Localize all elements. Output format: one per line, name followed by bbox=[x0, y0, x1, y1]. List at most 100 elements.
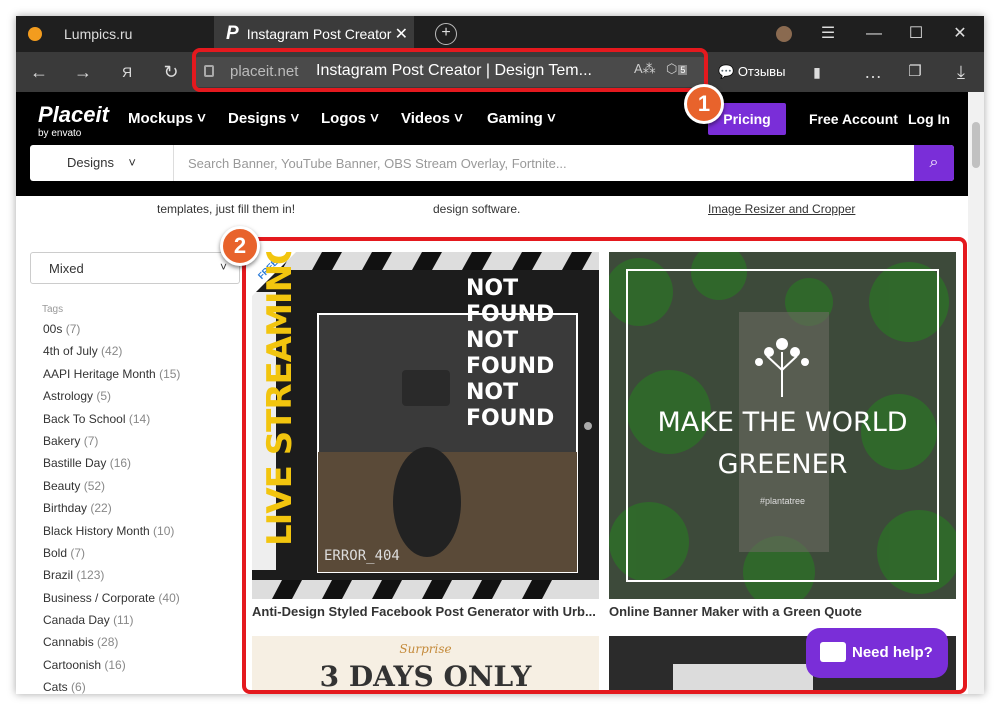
tag-count: (7) bbox=[83, 433, 99, 448]
nav-gaming[interactable]: Gaming ˅ bbox=[487, 110, 556, 127]
nav-mockups[interactable]: Mockups ˅ bbox=[128, 110, 206, 127]
tag-count: (42) bbox=[101, 344, 123, 359]
tag-name: Brazil bbox=[43, 568, 74, 583]
tag-item[interactable]: AAPI Heritage Month (15) bbox=[43, 367, 180, 389]
search-bar: Designs ˅ Search Banner, YouTube Banner,… bbox=[30, 145, 954, 181]
reviews-label: Отзывы bbox=[737, 64, 786, 79]
tab-placeit[interactable]: P Instagram Post Creator ✕ bbox=[214, 16, 414, 52]
reload-icon[interactable]: ↻ bbox=[156, 52, 186, 92]
search-icon[interactable]: ⌕ bbox=[914, 145, 954, 181]
tag-name: Beauty bbox=[43, 478, 81, 493]
browser-window: Lumpics.ru P Instagram Post Creator ✕ + … bbox=[16, 16, 984, 694]
tag-count: (5) bbox=[96, 389, 112, 404]
tag-count: (7) bbox=[70, 545, 86, 560]
chevron-down-icon: ˅ bbox=[219, 260, 227, 274]
search-input[interactable]: Search Banner, YouTube Banner, OBS Strea… bbox=[188, 156, 567, 171]
tag-name: Birthday bbox=[43, 501, 88, 516]
tag-name: Bakery bbox=[43, 433, 81, 448]
tab-title: Lumpics.ru bbox=[64, 26, 133, 42]
close-tab-icon[interactable]: ✕ bbox=[395, 24, 408, 44]
profile-avatar[interactable] bbox=[764, 16, 804, 52]
minimize-icon[interactable]: — bbox=[854, 16, 894, 52]
tag-count: (16) bbox=[109, 456, 132, 471]
tag-count: (14) bbox=[128, 411, 151, 426]
tag-item[interactable]: Back To School (14) bbox=[43, 412, 180, 434]
site-header: Placeit by envato Mockups ˅ Designs ˅ Lo… bbox=[16, 92, 968, 196]
maximize-icon[interactable]: ☐ bbox=[896, 16, 936, 52]
tag-count: (52) bbox=[83, 478, 106, 493]
free-account-link[interactable]: Free Account bbox=[809, 111, 898, 127]
tag-item[interactable]: Astrology (5) bbox=[43, 389, 180, 411]
tag-name: Cartoonish bbox=[43, 657, 102, 672]
tag-item[interactable]: Cannabis (28) bbox=[43, 635, 180, 657]
tag-name: Bastille Day bbox=[43, 456, 107, 471]
tag-name: Back To School bbox=[43, 411, 126, 426]
nav-designs[interactable]: Designs ˅ bbox=[228, 110, 299, 127]
tag-item[interactable]: Birthday (22) bbox=[43, 501, 180, 523]
tag-name: AAPI Heritage Month bbox=[43, 366, 156, 381]
tag-item[interactable]: 00s (7) bbox=[43, 322, 180, 344]
tag-name: 00s bbox=[43, 322, 63, 336]
menu-icon[interactable]: ☰ bbox=[808, 16, 848, 52]
tag-item[interactable]: Bold (7) bbox=[43, 546, 180, 568]
nav-label: Gaming bbox=[487, 110, 543, 127]
tab-title: Instagram Post Creator bbox=[246, 26, 392, 42]
yandex-icon[interactable]: Я bbox=[112, 52, 142, 92]
tag-item[interactable]: Business / Corporate (40) bbox=[43, 591, 180, 613]
nav-label: Designs bbox=[228, 110, 287, 127]
tag-count: (15) bbox=[159, 366, 181, 381]
annotation-box-1 bbox=[192, 48, 708, 92]
promo-text: templates, just fill them in! bbox=[157, 202, 296, 216]
placeit-favicon-icon: P bbox=[226, 23, 239, 44]
tag-count: (7) bbox=[65, 322, 81, 336]
tag-count: (6) bbox=[71, 680, 86, 694]
logo-text: Placeit bbox=[38, 102, 109, 127]
tag-item[interactable]: Bastille Day (16) bbox=[43, 456, 180, 478]
reviews-button[interactable]: 💬 Отзывы bbox=[718, 52, 785, 92]
tag-item[interactable]: Bakery (7) bbox=[43, 434, 180, 456]
tag-count: (28) bbox=[97, 635, 119, 650]
nav-logos[interactable]: Logos ˅ bbox=[321, 110, 379, 127]
tag-list: 00s (7) 4th of July (42) AAPI Heritage Mon… bbox=[43, 322, 180, 694]
placeit-logo[interactable]: Placeit by envato bbox=[38, 102, 109, 139]
tag-count: (11) bbox=[113, 613, 134, 628]
tab-lumpics[interactable]: Lumpics.ru bbox=[16, 16, 212, 52]
scrollbar-thumb[interactable] bbox=[972, 122, 980, 168]
tag-count: (40) bbox=[158, 590, 180, 605]
category-label: Designs bbox=[66, 155, 114, 170]
tag-item[interactable]: Cartoonish (16) bbox=[43, 658, 180, 680]
logo-sub: by envato bbox=[38, 128, 82, 139]
search-category-select[interactable]: Designs ˅ bbox=[30, 145, 174, 181]
login-link[interactable]: Log In bbox=[908, 111, 950, 127]
back-icon[interactable]: ← bbox=[24, 52, 54, 92]
new-tab-button[interactable]: + bbox=[435, 23, 457, 45]
annotation-badge-2: 2 bbox=[220, 226, 260, 266]
bookmark-icon[interactable]: ▮ bbox=[802, 52, 832, 92]
nav-videos[interactable]: Videos ˅ bbox=[401, 110, 463, 127]
collections-icon[interactable]: ❐ bbox=[900, 52, 930, 92]
lumpics-favicon-icon bbox=[28, 27, 42, 41]
sort-select[interactable]: Mixed ˅ bbox=[30, 252, 240, 284]
more-icon[interactable]: … bbox=[858, 52, 888, 92]
close-window-icon[interactable]: ✕ bbox=[940, 16, 980, 52]
tag-item[interactable]: Brazil (123) bbox=[43, 568, 180, 590]
tag-count: (16) bbox=[104, 657, 126, 672]
tag-count: (22) bbox=[90, 501, 112, 516]
tag-item[interactable]: Beauty (52) bbox=[43, 479, 180, 501]
nav-label: Mockups bbox=[128, 110, 194, 127]
nav-label: Videos bbox=[401, 110, 450, 127]
tag-item[interactable]: Black History Month (10) bbox=[43, 524, 180, 546]
nav-label: Logos bbox=[321, 110, 366, 127]
tag-name: 4th of July bbox=[43, 344, 98, 359]
forward-icon[interactable]: → bbox=[68, 52, 98, 92]
promo-text: design software. bbox=[433, 202, 521, 216]
page-scrollbar[interactable] bbox=[968, 92, 984, 694]
tag-count: (10) bbox=[153, 523, 175, 538]
tag-item[interactable]: 4th of July (42) bbox=[43, 344, 180, 366]
image-resizer-link[interactable]: Image Resizer and Cropper bbox=[708, 202, 855, 216]
annotation-badge-1: 1 bbox=[684, 84, 724, 124]
tag-item[interactable]: Canada Day (11) bbox=[43, 613, 180, 635]
download-icon[interactable]: ⤓ bbox=[946, 52, 976, 92]
tag-item[interactable]: Cats (6) bbox=[43, 680, 180, 694]
tab-bar: Lumpics.ru P Instagram Post Creator ✕ + … bbox=[16, 16, 984, 52]
